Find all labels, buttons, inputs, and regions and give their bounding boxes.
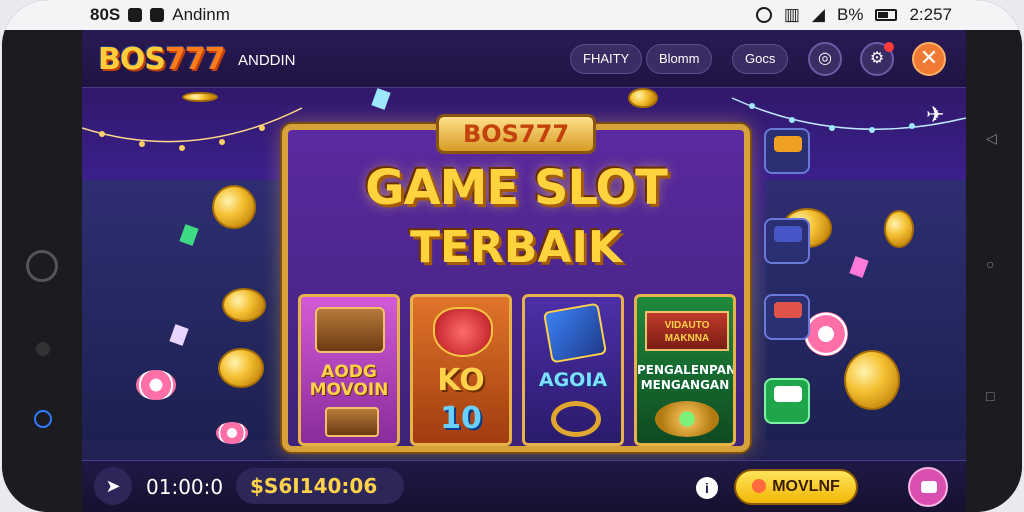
game-card-2[interactable]: KO 10 bbox=[410, 294, 512, 446]
action-button[interactable]: MOVLNF bbox=[734, 469, 858, 505]
coin-decor bbox=[222, 288, 266, 322]
chest-icon bbox=[315, 307, 385, 353]
coins-icon bbox=[774, 136, 802, 152]
chip-decor bbox=[804, 312, 848, 356]
side-game-icon-4[interactable] bbox=[764, 378, 810, 424]
chat-icon bbox=[774, 386, 802, 402]
game-card-2-label-2: 10 bbox=[440, 401, 482, 436]
hero-title-line1: GAME SLOT bbox=[365, 160, 668, 216]
logo-subtitle: ANDDIN bbox=[238, 52, 296, 69]
game-card-4-banner: VIDAUTO MAKNNA bbox=[645, 311, 729, 351]
nav-pill-3[interactable]: Gocs bbox=[732, 44, 789, 74]
notification-dot bbox=[884, 42, 894, 52]
grid-icon bbox=[774, 226, 802, 242]
nav-pill-1[interactable]: FHAITY bbox=[570, 44, 643, 74]
camera-icon bbox=[26, 250, 58, 282]
coin-decor bbox=[182, 92, 218, 102]
side-game-icon-3[interactable] bbox=[764, 294, 810, 340]
settings-icon[interactable]: ⚙ bbox=[860, 42, 894, 76]
sensor-icon bbox=[36, 342, 50, 356]
menu-icon[interactable] bbox=[908, 467, 948, 507]
gem-plate-icon bbox=[655, 401, 719, 437]
game-card-4-label: PENGALENPAN MENGANGAN bbox=[637, 363, 736, 392]
notification-icon-2 bbox=[150, 8, 165, 22]
game-card-1-label: AODG MOVOIN bbox=[309, 362, 389, 400]
status-time: 2:257 bbox=[909, 5, 952, 24]
balance-display: $S6I140:06 mm bbox=[236, 468, 404, 504]
hero-brand-tag: BOS777 bbox=[436, 114, 596, 154]
nav-bar: ◁ ○ □ bbox=[964, 30, 1022, 512]
heart-icon bbox=[433, 307, 493, 357]
top-bar: BOS777 ANDDIN FHAITY Blomm Gocs ◎ ⚙ ✕ bbox=[82, 30, 966, 88]
phone-frame: 80S Andinm ▥ ◢ B% 2:257 ◁ ○ □ BOS777 AND… bbox=[2, 0, 1022, 512]
coin-decor bbox=[628, 88, 658, 108]
pin-icon[interactable]: ✈ bbox=[926, 102, 944, 128]
close-icon[interactable]: ✕ bbox=[912, 42, 946, 76]
info-icon[interactable]: i bbox=[696, 477, 718, 499]
signal-icon: ◢ bbox=[811, 5, 825, 24]
back-icon[interactable]: ◁ bbox=[986, 130, 997, 147]
coin-decor bbox=[218, 348, 264, 388]
vibrate-icon: ▥ bbox=[783, 5, 800, 24]
game-card-4[interactable]: VIDAUTO MAKNNA PENGALENPAN MENGANGAN bbox=[634, 294, 736, 446]
nav-pill-2[interactable]: Blomm bbox=[646, 44, 713, 74]
chest-icon-small bbox=[325, 407, 379, 437]
status-bar: 80S Andinm ▥ ◢ B% 2:257 bbox=[2, 0, 1022, 30]
alarm-icon bbox=[755, 7, 772, 23]
coin-decor bbox=[212, 185, 256, 229]
home-icon[interactable]: ○ bbox=[986, 256, 994, 272]
hero-panel: BOS777 GAME SLOT TERBAIK AODG MOVOIN KO … bbox=[282, 114, 750, 452]
game-screen: BOS777 ANDDIN FHAITY Blomm Gocs ◎ ⚙ ✕ BO… bbox=[82, 30, 966, 512]
timer: 01:00:0 bbox=[146, 475, 224, 499]
ring-icon bbox=[551, 401, 601, 437]
battery-text: B% bbox=[836, 5, 864, 24]
battery-icon bbox=[875, 9, 898, 21]
game-card-1[interactable]: AODG MOVOIN bbox=[298, 294, 400, 446]
chip-decor bbox=[216, 422, 248, 444]
status-app-name: Andinm bbox=[172, 5, 230, 24]
side-game-icon-1[interactable] bbox=[764, 128, 810, 174]
star-card-icon bbox=[542, 302, 608, 364]
status-left-text: 80S bbox=[90, 5, 121, 24]
hero-title-line2: TERBAIK bbox=[409, 222, 622, 273]
assist-icon[interactable] bbox=[34, 410, 52, 428]
share-icon[interactable]: ➤ bbox=[94, 467, 132, 505]
notification-icon bbox=[128, 8, 143, 22]
cannon-icon bbox=[774, 302, 802, 318]
brand-logo[interactable]: BOS777 bbox=[98, 42, 226, 77]
recents-icon[interactable]: □ bbox=[986, 388, 994, 404]
game-card-3[interactable]: AGOIA bbox=[522, 294, 624, 446]
bottom-bar: ➤ 01:00:0 $S6I140:06 mm i MOVLNF bbox=[82, 460, 966, 512]
coin-decor bbox=[844, 350, 900, 410]
phone-left-bezel bbox=[2, 30, 80, 512]
side-game-icon-2[interactable] bbox=[764, 218, 810, 264]
coin-decor bbox=[884, 210, 914, 248]
refresh-icon[interactable]: ◎ bbox=[808, 42, 842, 76]
balance-value: $S6I140:06 bbox=[250, 474, 378, 498]
ball-icon bbox=[752, 479, 767, 493]
chip-decor bbox=[136, 370, 176, 400]
game-card-2-label-1: KO bbox=[437, 363, 485, 398]
game-card-3-label: AGOIA bbox=[538, 369, 608, 391]
